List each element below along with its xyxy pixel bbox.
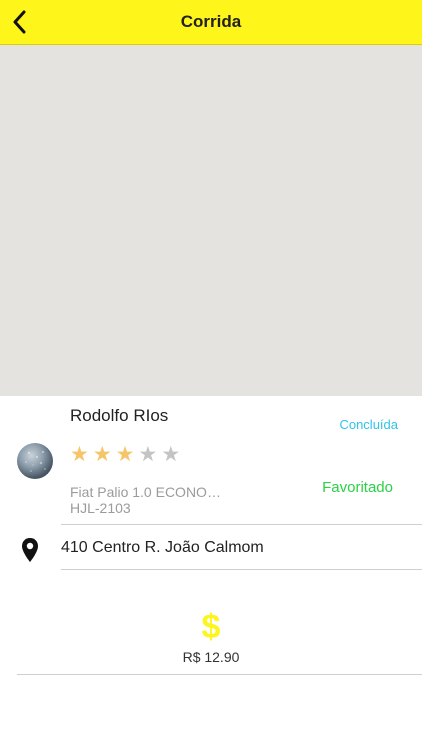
map-pin-icon (22, 538, 38, 562)
page-title: Corrida (180, 12, 242, 31)
top-bar: Corrida (0, 0, 422, 45)
avatar (17, 443, 53, 479)
pickup-address: 410 Centro R. João Calmom (61, 539, 264, 556)
status-badge: Concluída (339, 417, 398, 432)
driver-name: Rodolfo RIos (70, 406, 169, 425)
star-empty-icon: ★ (138, 443, 158, 466)
favorite-button[interactable]: Favoritado (322, 479, 393, 496)
divider (17, 674, 422, 675)
star-filled-icon: ★ (92, 443, 112, 466)
rating-stars: ★ ★ ★ ★ ★ (70, 444, 180, 466)
ride-price: R$ 12.90 (182, 649, 240, 665)
divider (61, 524, 422, 525)
star-empty-icon: ★ (161, 443, 181, 466)
ride-screen: Corrida Rodolfo RIos Concluída ★ ★ ★ ★ ★ Fav… (0, 0, 422, 750)
divider (61, 569, 422, 570)
dollar-icon: $ (201, 608, 221, 646)
star-filled-icon: ★ (115, 443, 135, 466)
map-view[interactable] (0, 45, 422, 396)
car-model: Fiat Palio 1.0 ECONO… (70, 484, 221, 500)
avatar-image (24, 451, 46, 472)
star-filled-icon: ★ (70, 443, 89, 466)
car-plate: HJL-2103 (70, 500, 131, 516)
